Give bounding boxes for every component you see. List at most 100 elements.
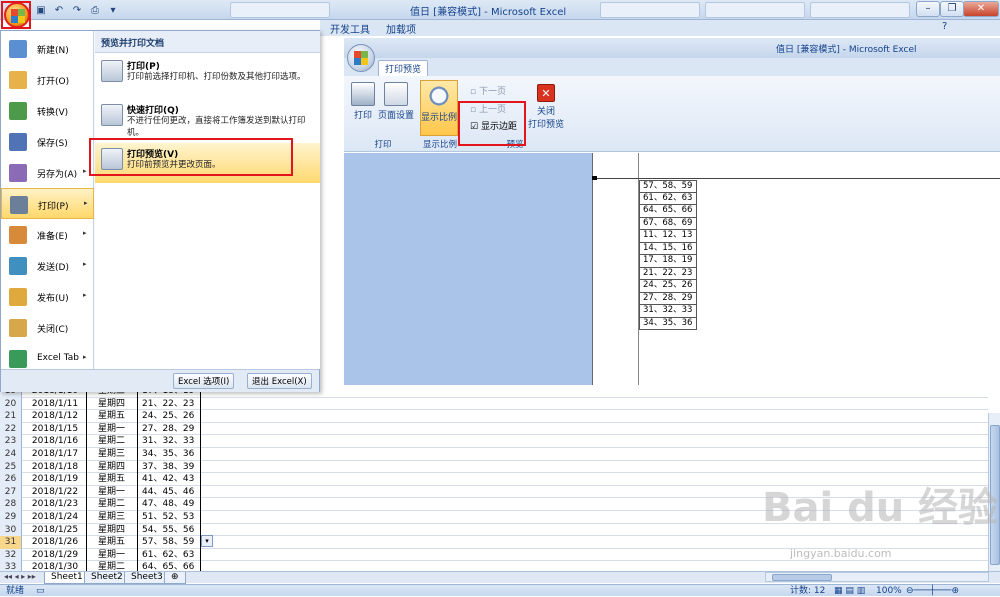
- inner-office-button[interactable]: [347, 44, 375, 72]
- values-cell[interactable]: 27、28、29: [139, 422, 201, 436]
- date-cell[interactable]: 2018/1/23: [22, 498, 87, 511]
- horizontal-scrollbar[interactable]: [765, 572, 989, 582]
- weekday-cell[interactable]: 星期五: [88, 410, 138, 423]
- close-preview-button[interactable]: ✕ 关闭 打印预览: [527, 84, 565, 130]
- date-cell[interactable]: 2018/1/17: [22, 448, 87, 461]
- date-cell[interactable]: 2018/1/16: [22, 435, 87, 448]
- weekday-cell[interactable]: 星期四: [88, 397, 138, 411]
- row-header[interactable]: 23: [0, 435, 22, 448]
- row-header[interactable]: 24: [0, 448, 22, 461]
- insert-sheet-icon[interactable]: ⊕: [164, 572, 186, 584]
- values-cell[interactable]: 24、25、26: [139, 410, 201, 423]
- date-cell[interactable]: 2018/1/12: [22, 410, 87, 423]
- office-menu-item[interactable]: 关闭(C): [1, 312, 94, 343]
- sheet-tab[interactable]: Sheet2: [84, 572, 130, 584]
- tab-print-preview[interactable]: 打印预览: [378, 60, 429, 76]
- minimize-button[interactable]: –: [916, 1, 940, 17]
- taskbar-tab[interactable]: [810, 2, 910, 18]
- table-row[interactable]: 25 2018/1/18 星期四 37、38、39: [0, 460, 988, 474]
- submenu-quick-print[interactable]: 快速打印(Q) 不进行任何更改，直接将工作簿发送到默认打印机。: [95, 99, 320, 141]
- values-cell[interactable]: 47、48、49: [139, 498, 201, 511]
- values-cell[interactable]: 31、32、33: [139, 435, 201, 448]
- page-setup-button[interactable]: 页面设置: [378, 82, 414, 121]
- table-row[interactable]: 24 2018/1/17 星期三 34、35、36: [0, 448, 988, 461]
- excel-options-button[interactable]: Excel 选项(I): [173, 373, 235, 389]
- sheet-tab[interactable]: Sheet3: [124, 572, 170, 584]
- weekday-cell[interactable]: 星期二: [88, 498, 138, 511]
- weekday-cell[interactable]: 星期五: [88, 473, 138, 486]
- date-cell[interactable]: 2018/1/26: [22, 536, 87, 549]
- sheet-tab[interactable]: Sheet1: [44, 572, 90, 584]
- row-header[interactable]: 27: [0, 485, 22, 499]
- zoom-level[interactable]: 100%: [876, 585, 902, 597]
- close-button[interactable]: ✕: [963, 1, 999, 17]
- date-cell[interactable]: 2018/1/24: [22, 511, 87, 524]
- weekday-cell[interactable]: 星期一: [88, 548, 138, 562]
- macro-record-icon[interactable]: ▭: [36, 585, 45, 597]
- office-menu-item[interactable]: 发送(D) ▸: [1, 250, 94, 281]
- values-cell[interactable]: 61、62、63: [139, 548, 201, 562]
- row-header[interactable]: 22: [0, 422, 22, 436]
- row-header[interactable]: 28: [0, 498, 22, 511]
- tab-developer[interactable]: 开发工具: [330, 21, 370, 36]
- taskbar-tab[interactable]: [705, 2, 805, 18]
- row-header[interactable]: 21: [0, 410, 22, 423]
- undo-icon[interactable]: ↶: [52, 4, 66, 18]
- taskbar-tab[interactable]: [600, 2, 700, 18]
- office-menu-item[interactable]: 保存(S): [1, 126, 94, 157]
- weekday-cell[interactable]: 星期四: [88, 460, 138, 474]
- weekday-cell[interactable]: 星期五: [88, 536, 138, 549]
- help-icon[interactable]: ?: [942, 21, 947, 32]
- values-cell[interactable]: 21、22、23: [139, 397, 201, 411]
- row-header[interactable]: 31: [0, 536, 22, 549]
- zoom-button[interactable]: 显示比例: [420, 80, 458, 136]
- office-menu-item[interactable]: 发布(U) ▸: [1, 281, 94, 312]
- weekday-cell[interactable]: 星期二: [88, 435, 138, 448]
- row-header[interactable]: 29: [0, 511, 22, 524]
- print-button[interactable]: 打印: [350, 82, 376, 121]
- values-cell[interactable]: 57、58、59: [139, 536, 201, 549]
- submenu-print[interactable]: 打印(P) 打印前选择打印机、打印份数及其他打印选项。: [95, 55, 320, 97]
- restore-button[interactable]: ❐: [940, 1, 964, 17]
- weekday-cell[interactable]: 星期一: [88, 485, 138, 499]
- date-cell[interactable]: 2018/1/22: [22, 485, 87, 499]
- values-cell[interactable]: 37、38、39: [139, 460, 201, 474]
- tab-addins[interactable]: 加载项: [386, 21, 416, 36]
- office-menu-item[interactable]: 新建(N): [1, 33, 94, 64]
- save-icon[interactable]: ▣: [34, 4, 48, 18]
- date-cell[interactable]: 2018/1/25: [22, 523, 87, 537]
- office-menu-item[interactable]: 打开(O): [1, 64, 94, 95]
- taskbar-tab[interactable]: [230, 2, 330, 18]
- redo-icon[interactable]: ↷: [70, 4, 84, 18]
- margin-line-horizontal[interactable]: [592, 178, 1000, 179]
- zoom-slider[interactable]: ⊖───┼───⊕: [906, 585, 959, 597]
- values-cell[interactable]: 41、42、43: [139, 473, 201, 486]
- table-row[interactable]: 23 2018/1/16 星期二 31、32、33: [0, 435, 988, 448]
- weekday-cell[interactable]: 星期四: [88, 523, 138, 537]
- row-header[interactable]: 30: [0, 523, 22, 537]
- row-header[interactable]: 25: [0, 460, 22, 474]
- row-header[interactable]: 20: [0, 397, 22, 411]
- values-cell[interactable]: 54、55、56: [139, 523, 201, 537]
- weekday-cell[interactable]: 星期三: [88, 448, 138, 461]
- office-menu-item[interactable]: 打印(P) ▸: [1, 188, 94, 219]
- office-menu-item[interactable]: 转换(V): [1, 95, 94, 126]
- date-cell[interactable]: 2018/1/15: [22, 422, 87, 436]
- weekday-cell[interactable]: 星期一: [88, 422, 138, 436]
- sheet-nav-icon[interactable]: ◂◂ ◂ ▸ ▸▸: [4, 572, 36, 581]
- date-cell[interactable]: 2018/1/18: [22, 460, 87, 474]
- date-cell[interactable]: 2018/1/29: [22, 548, 87, 562]
- date-cell[interactable]: 2018/1/11: [22, 397, 87, 411]
- row-header[interactable]: 26: [0, 473, 22, 486]
- values-cell[interactable]: 34、35、36: [139, 448, 201, 461]
- office-menu-item[interactable]: 准备(E) ▸: [1, 219, 94, 250]
- print-preview-icon[interactable]: ⎙: [88, 4, 102, 18]
- weekday-cell[interactable]: 星期三: [88, 511, 138, 524]
- view-buttons-icon[interactable]: ▦ ▤ ▥: [834, 585, 865, 597]
- margin-handle[interactable]: [592, 176, 597, 180]
- table-row[interactable]: 22 2018/1/15 星期一 27、28、29: [0, 422, 988, 436]
- date-cell[interactable]: 2018/1/19: [22, 473, 87, 486]
- next-page-button[interactable]: ▫ 下一页: [470, 84, 506, 97]
- row-header[interactable]: 32: [0, 548, 22, 562]
- values-cell[interactable]: 51、52、53: [139, 511, 201, 524]
